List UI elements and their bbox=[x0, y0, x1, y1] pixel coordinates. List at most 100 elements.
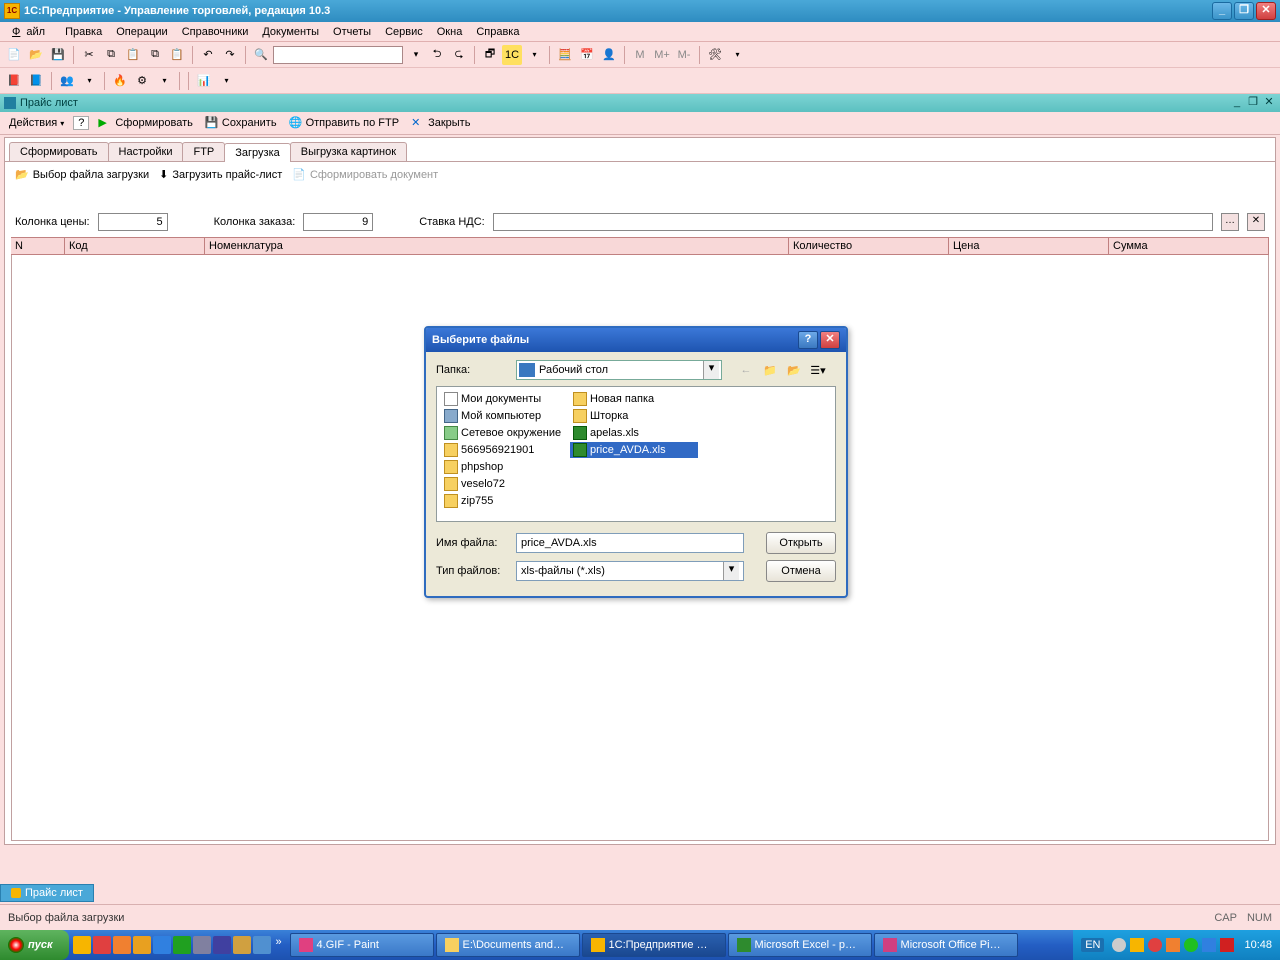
menu-reports[interactable]: Отчеты bbox=[327, 24, 377, 40]
folder-dropdown-icon[interactable]: ▾ bbox=[703, 361, 719, 379]
file-item[interactable]: Новая папка bbox=[570, 391, 698, 407]
ql-icon-8[interactable] bbox=[213, 936, 231, 954]
load-price-action[interactable]: ⬇Загрузить прайс-лист bbox=[159, 168, 282, 181]
mdi-tab-price[interactable]: Прайс лист bbox=[0, 884, 94, 902]
open-icon[interactable]: 📂 bbox=[26, 45, 46, 65]
form-action[interactable]: ▶Сформировать bbox=[95, 115, 196, 131]
vat-ellipsis-button[interactable]: … bbox=[1221, 213, 1239, 231]
ql-icon-5[interactable] bbox=[153, 936, 171, 954]
menu-file[interactable]: Файл bbox=[6, 24, 57, 40]
task-item[interactable]: Microsoft Office Pi… bbox=[874, 933, 1018, 957]
ql-icon-3[interactable] bbox=[113, 936, 131, 954]
file-item[interactable]: apelas.xls bbox=[570, 425, 698, 441]
ql-icon-6[interactable] bbox=[173, 936, 191, 954]
books-red-icon[interactable]: 📕 bbox=[4, 71, 24, 91]
menu-references[interactable]: Справочники bbox=[176, 24, 255, 40]
paste-special-icon[interactable]: 📋 bbox=[167, 45, 187, 65]
tray-icon-7[interactable] bbox=[1220, 938, 1234, 952]
fire-icon[interactable]: 🔥 bbox=[110, 71, 130, 91]
col-sum[interactable]: Сумма bbox=[1109, 238, 1269, 254]
col-qty[interactable]: Количество bbox=[789, 238, 949, 254]
person-icon[interactable]: 👥 bbox=[57, 71, 77, 91]
calendar-icon[interactable]: 📅 bbox=[577, 45, 597, 65]
price-col-input[interactable] bbox=[98, 213, 168, 231]
tray-icon-6[interactable] bbox=[1202, 938, 1216, 952]
cut-icon[interactable]: ✂ bbox=[79, 45, 99, 65]
col-n[interactable]: N bbox=[11, 238, 65, 254]
inner-restore-button[interactable]: ❐ bbox=[1246, 96, 1260, 110]
tab-ftp[interactable]: FTP bbox=[182, 142, 225, 161]
tab-load[interactable]: Загрузка bbox=[224, 143, 290, 162]
file-item[interactable]: veselo72 bbox=[441, 476, 569, 492]
tools-icon[interactable]: 🛠 bbox=[705, 45, 725, 65]
file-list[interactable]: Мои документыМой компьютерСетевое окруже… bbox=[436, 386, 836, 522]
filetype-dropdown-icon[interactable]: ▾ bbox=[723, 562, 739, 580]
file-item[interactable]: Мои документы bbox=[441, 391, 569, 407]
choose-file-action[interactable]: 📂Выбор файла загрузки bbox=[15, 168, 149, 181]
tab-export-images[interactable]: Выгрузка картинок bbox=[290, 142, 407, 161]
search-input[interactable] bbox=[273, 46, 403, 64]
col-price[interactable]: Цена bbox=[949, 238, 1109, 254]
gear-dd-icon[interactable] bbox=[154, 71, 174, 91]
m-plus-icon[interactable]: M+ bbox=[652, 45, 672, 65]
menu-edit[interactable]: Правка bbox=[59, 24, 108, 40]
save-action[interactable]: 💾Сохранить bbox=[202, 115, 280, 131]
tools-dd-icon[interactable] bbox=[727, 45, 747, 65]
dialog-title-bar[interactable]: Выберите файлы ? ✕ bbox=[426, 328, 846, 352]
file-item[interactable]: Мой компьютер bbox=[441, 408, 569, 424]
ql-expand-icon[interactable]: » bbox=[273, 936, 285, 954]
help-dd-icon[interactable] bbox=[524, 45, 544, 65]
col-code[interactable]: Код bbox=[65, 238, 205, 254]
nav-fwd-icon[interactable]: ⮎ bbox=[449, 45, 469, 65]
ql-icon-7[interactable] bbox=[193, 936, 211, 954]
books-blue-icon[interactable]: 📘 bbox=[26, 71, 46, 91]
undo-icon[interactable]: ↶ bbox=[198, 45, 218, 65]
minimize-button[interactable]: _ bbox=[1212, 2, 1232, 20]
file-item[interactable]: 566956921901 bbox=[441, 442, 569, 458]
clone-icon[interactable]: ⧉ bbox=[145, 45, 165, 65]
m-minus-icon[interactable]: M- bbox=[674, 45, 694, 65]
chart-icon[interactable]: 📊 bbox=[194, 71, 214, 91]
calc-icon[interactable]: 🧮 bbox=[555, 45, 575, 65]
vat-input[interactable] bbox=[493, 213, 1213, 231]
tray-icon-3[interactable] bbox=[1148, 938, 1162, 952]
file-item[interactable]: Шторка bbox=[570, 408, 698, 424]
task-item[interactable]: Microsoft Excel - p… bbox=[728, 933, 872, 957]
paste-icon[interactable]: 📋 bbox=[123, 45, 143, 65]
chart-dd-icon[interactable] bbox=[216, 71, 236, 91]
close-action[interactable]: ✕Закрыть bbox=[408, 115, 473, 131]
save-icon[interactable]: 💾 bbox=[48, 45, 68, 65]
nav-back-icon[interactable]: ⮌ bbox=[427, 45, 447, 65]
actions-dropdown[interactable]: Действия ▾ bbox=[6, 116, 67, 130]
nav-back-dialog-icon[interactable]: ← bbox=[736, 360, 756, 380]
copy-icon[interactable]: ⧉ bbox=[101, 45, 121, 65]
filename-input[interactable] bbox=[516, 533, 744, 553]
menu-operations[interactable]: Операции bbox=[110, 24, 173, 40]
close-button[interactable]: ✕ bbox=[1256, 2, 1276, 20]
dialog-close-button[interactable]: ✕ bbox=[820, 331, 840, 349]
tray-icon-4[interactable] bbox=[1166, 938, 1180, 952]
ql-icon-2[interactable] bbox=[93, 936, 111, 954]
file-item[interactable]: phpshop bbox=[441, 459, 569, 475]
vat-clear-button[interactable]: ✕ bbox=[1247, 213, 1265, 231]
file-item[interactable]: Сетевое окружение bbox=[441, 425, 569, 441]
tab-form[interactable]: Сформировать bbox=[9, 142, 109, 161]
tray-icon-1[interactable] bbox=[1112, 938, 1126, 952]
new-folder-dialog-icon[interactable]: 📂 bbox=[784, 360, 804, 380]
task-item[interactable]: 1С:Предприятие … bbox=[582, 933, 726, 957]
ftp-action[interactable]: 🌐Отправить по FTP bbox=[286, 115, 403, 131]
folder-combo[interactable]: Рабочий стол ▾ bbox=[516, 360, 722, 380]
ql-icon-10[interactable] bbox=[253, 936, 271, 954]
tab-settings[interactable]: Настройки bbox=[108, 142, 184, 161]
view-menu-icon[interactable]: ☰▾ bbox=[808, 360, 828, 380]
user-icon[interactable]: 👤 bbox=[599, 45, 619, 65]
maximize-button[interactable]: ❐ bbox=[1234, 2, 1254, 20]
col-nomen[interactable]: Номенклатура bbox=[205, 238, 789, 254]
help-yellow-icon[interactable]: 1С bbox=[502, 45, 522, 65]
dialog-help-button[interactable]: ? bbox=[798, 331, 818, 349]
find-icon[interactable]: 🔍 bbox=[251, 45, 271, 65]
task-item[interactable]: 4.GIF - Paint bbox=[290, 933, 434, 957]
order-col-input[interactable] bbox=[303, 213, 373, 231]
lang-indicator[interactable]: EN bbox=[1081, 938, 1104, 952]
windows-icon[interactable]: 🗗 bbox=[480, 45, 500, 65]
